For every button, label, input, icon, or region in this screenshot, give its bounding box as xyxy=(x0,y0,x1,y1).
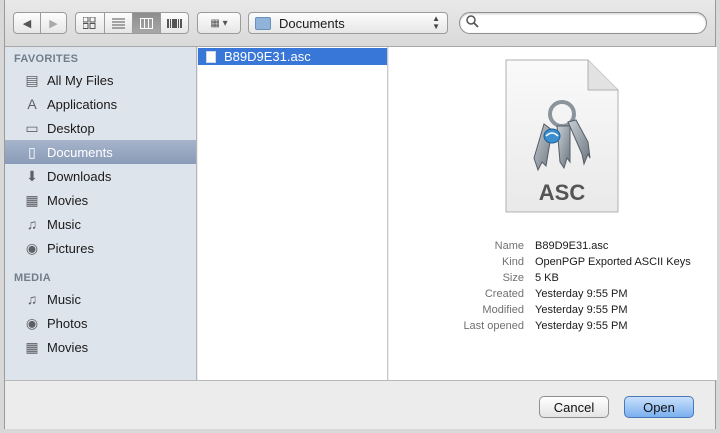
info-label: Size xyxy=(502,272,524,284)
sidebar-item-label: Music xyxy=(47,291,81,307)
open-button[interactable]: Open xyxy=(624,396,694,418)
column-view-icon[interactable] xyxy=(132,13,161,33)
sidebar-item-desktop[interactable]: ▭ Desktop xyxy=(5,116,196,140)
info-value: Yesterday 9:55 PM xyxy=(535,320,628,332)
sidebar-item-applications[interactable]: A Applications xyxy=(5,92,196,116)
back-icon[interactable]: ◀ xyxy=(14,13,41,33)
movies-icon: ▦ xyxy=(25,191,39,208)
applications-icon: A xyxy=(27,96,37,112)
preview-pane: ASC Name B89D9E31.asc Kind OpenPGP Expor… xyxy=(389,47,717,380)
sidebar-item-label: Photos xyxy=(47,315,88,331)
file-column: B89D9E31.asc xyxy=(198,47,388,380)
asc-document-icon: ASC xyxy=(502,58,622,216)
view-mode-control xyxy=(75,12,189,34)
info-row-created: Created Yesterday 9:55 PM xyxy=(389,288,717,304)
icon-view-icon[interactable] xyxy=(76,13,105,33)
file-name: B89D9E31.asc xyxy=(224,49,311,64)
sidebar-item-pictures[interactable]: ◉ Pictures xyxy=(5,236,196,260)
info-row-last-opened: Last opened Yesterday 9:55 PM xyxy=(389,320,717,336)
sidebar-item-downloads[interactable]: ⬇ Downloads xyxy=(5,164,196,188)
cover-flow-icon[interactable] xyxy=(161,13,188,33)
folder-icon xyxy=(255,16,271,30)
info-value: B89D9E31.asc xyxy=(535,240,609,252)
info-value: Yesterday 9:55 PM xyxy=(535,304,628,316)
photos-icon: ◉ xyxy=(25,314,39,331)
info-label: Last opened xyxy=(463,320,524,332)
sidebar: FAVORITES ▤ All My Files A Applications … xyxy=(5,47,197,380)
sidebar-item-label: Applications xyxy=(47,96,118,112)
cancel-button[interactable]: Cancel xyxy=(539,396,609,418)
info-label: Modified xyxy=(482,304,524,316)
location-label: Documents xyxy=(279,15,345,31)
list-view-icon[interactable] xyxy=(105,13,133,33)
info-row-modified: Modified Yesterday 9:55 PM xyxy=(389,304,717,320)
info-value: Yesterday 9:55 PM xyxy=(535,288,628,300)
sidebar-item-label: Desktop xyxy=(47,120,95,136)
location-popup[interactable]: Documents ▲ ▼ xyxy=(248,12,448,34)
open-file-dialog: ◀ ▶ ▦ ▾ Documents ▲ ▼ FAVORITES ▤ All My… xyxy=(4,0,717,429)
sidebar-item-documents[interactable]: ▯ Documents xyxy=(5,140,196,164)
search-input[interactable] xyxy=(483,14,697,32)
info-label: Created xyxy=(484,288,524,300)
button-bar: Cancel Open xyxy=(5,380,715,429)
pictures-icon: ◉ xyxy=(25,239,39,256)
file-type-label: ASC xyxy=(538,180,586,205)
sidebar-item-all-my-files[interactable]: ▤ All My Files xyxy=(5,68,196,92)
file-row[interactable]: B89D9E31.asc xyxy=(198,48,387,65)
arrange-menu-button[interactable]: ▦ ▾ xyxy=(197,12,241,34)
downloads-icon: ⬇ xyxy=(26,167,38,184)
info-label: Kind xyxy=(501,256,524,268)
info-row-name: Name B89D9E31.asc xyxy=(389,240,717,256)
updown-arrows-icon: ▲ ▼ xyxy=(432,14,440,31)
movies-icon: ▦ xyxy=(25,338,39,355)
sidebar-item-label: All My Files xyxy=(47,72,114,88)
toolbar: ◀ ▶ ▦ ▾ Documents ▲ ▼ xyxy=(5,0,715,47)
sidebar-item-label: Music xyxy=(47,216,81,232)
media-header: MEDIA xyxy=(14,272,51,284)
sidebar-item-media-music[interactable]: ♫ Music xyxy=(5,287,196,311)
sidebar-item-photos[interactable]: ◉ Photos xyxy=(5,311,196,335)
file-icon xyxy=(206,50,216,63)
info-value: 5 KB xyxy=(535,272,559,284)
forward-icon[interactable]: ▶ xyxy=(41,13,66,33)
info-label: Name xyxy=(494,240,524,252)
sidebar-item-label: Downloads xyxy=(47,168,112,184)
info-row-kind: Kind OpenPGP Exported ASCII Keys xyxy=(389,256,717,272)
info-value: OpenPGP Exported ASCII Keys xyxy=(535,256,691,268)
arrange-icon: ▦ ▾ xyxy=(210,17,228,29)
search-field[interactable] xyxy=(459,12,707,34)
sidebar-item-label: Movies xyxy=(47,192,89,208)
favorites-header: FAVORITES xyxy=(14,53,79,65)
desktop-icon: ▭ xyxy=(25,119,39,136)
sidebar-item-label: Pictures xyxy=(47,240,94,256)
all-files-icon: ▤ xyxy=(25,71,39,88)
back-forward-control: ◀ ▶ xyxy=(13,12,67,34)
music-icon: ♫ xyxy=(26,216,38,232)
sidebar-item-label: Documents xyxy=(47,144,113,160)
sidebar-item-movies[interactable]: ▦ Movies xyxy=(5,188,196,212)
documents-icon: ▯ xyxy=(28,143,36,160)
info-row-size: Size 5 KB xyxy=(389,272,717,288)
sidebar-item-media-movies[interactable]: ▦ Movies xyxy=(5,335,196,359)
search-icon xyxy=(466,15,479,31)
sidebar-item-music[interactable]: ♫ Music xyxy=(5,212,196,236)
sidebar-item-label: Movies xyxy=(47,339,89,355)
music-icon: ♫ xyxy=(26,291,38,307)
